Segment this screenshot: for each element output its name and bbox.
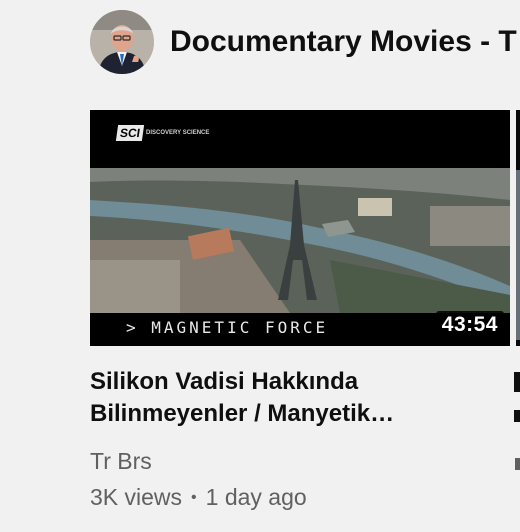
logo-subtext: DISCOVERY SCIENCE xyxy=(146,130,210,136)
shelf-header: Documentary Movies - T xyxy=(90,10,520,74)
video-thumbnail[interactable]: SCI DISCOVERY SCIENCE > MAGNETIC FORCE 4… xyxy=(90,110,510,346)
logo-mark: SCI xyxy=(115,125,145,141)
next-video-title-fragment-2[interactable] xyxy=(514,410,520,422)
video-metadata: 3K views • 1 day ago xyxy=(90,484,307,511)
duration-badge: 43:54 xyxy=(435,311,504,339)
next-video-thumbnail[interactable] xyxy=(516,110,520,346)
video-channel-name[interactable]: Tr Brs xyxy=(90,448,152,475)
view-count: 3K views xyxy=(90,484,183,510)
video-title-line1: Silikon Vadisi Hakkında xyxy=(90,368,359,395)
next-video-meta-fragment xyxy=(515,458,520,470)
upload-age: 1 day ago xyxy=(205,484,307,510)
video-title[interactable]: Silikon Vadisi Hakkında Bilinmeyenler / … xyxy=(90,366,420,430)
meta-separator: • xyxy=(191,488,197,506)
person-avatar-icon xyxy=(90,10,154,74)
video-title-line2: Bilinmeyenler / Manyetik… xyxy=(90,400,395,427)
channel-logo: SCI DISCOVERY SCIENCE xyxy=(115,125,210,141)
channel-title[interactable]: Documentary Movies - T xyxy=(170,25,517,59)
thumbnail-caption: > MAGNETIC FORCE xyxy=(126,318,329,337)
next-video-title-fragment[interactable] xyxy=(514,372,520,392)
channel-avatar[interactable] xyxy=(90,10,154,74)
